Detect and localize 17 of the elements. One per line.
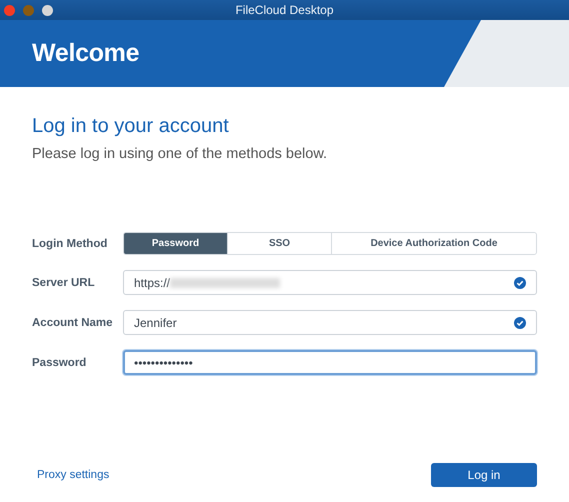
proxy-settings-link[interactable]: Proxy settings [37,469,110,481]
input-field[interactable]: Jennifer [123,310,537,335]
window-title: FileCloud Desktop [235,3,334,17]
input-field[interactable]: •••••••••••••• [123,350,537,375]
welcome-title: Welcome [31,39,140,68]
field-label: Password [32,356,86,368]
method-tab[interactable]: Password [124,233,228,254]
minimize-button[interactable] [23,4,34,16]
zoom-button[interactable] [42,4,53,16]
field-label: Login Method [32,238,108,250]
field-label: Server URL [32,276,95,288]
page-subtitle: Please log in using one of the methods below. [32,146,328,162]
page-heading: Log in to your account [32,115,229,138]
login-button[interactable]: Log in [431,463,537,487]
field-label: Account Name [32,316,113,328]
input-field[interactable]: https:// [123,270,537,295]
close-button[interactable] [4,4,15,16]
